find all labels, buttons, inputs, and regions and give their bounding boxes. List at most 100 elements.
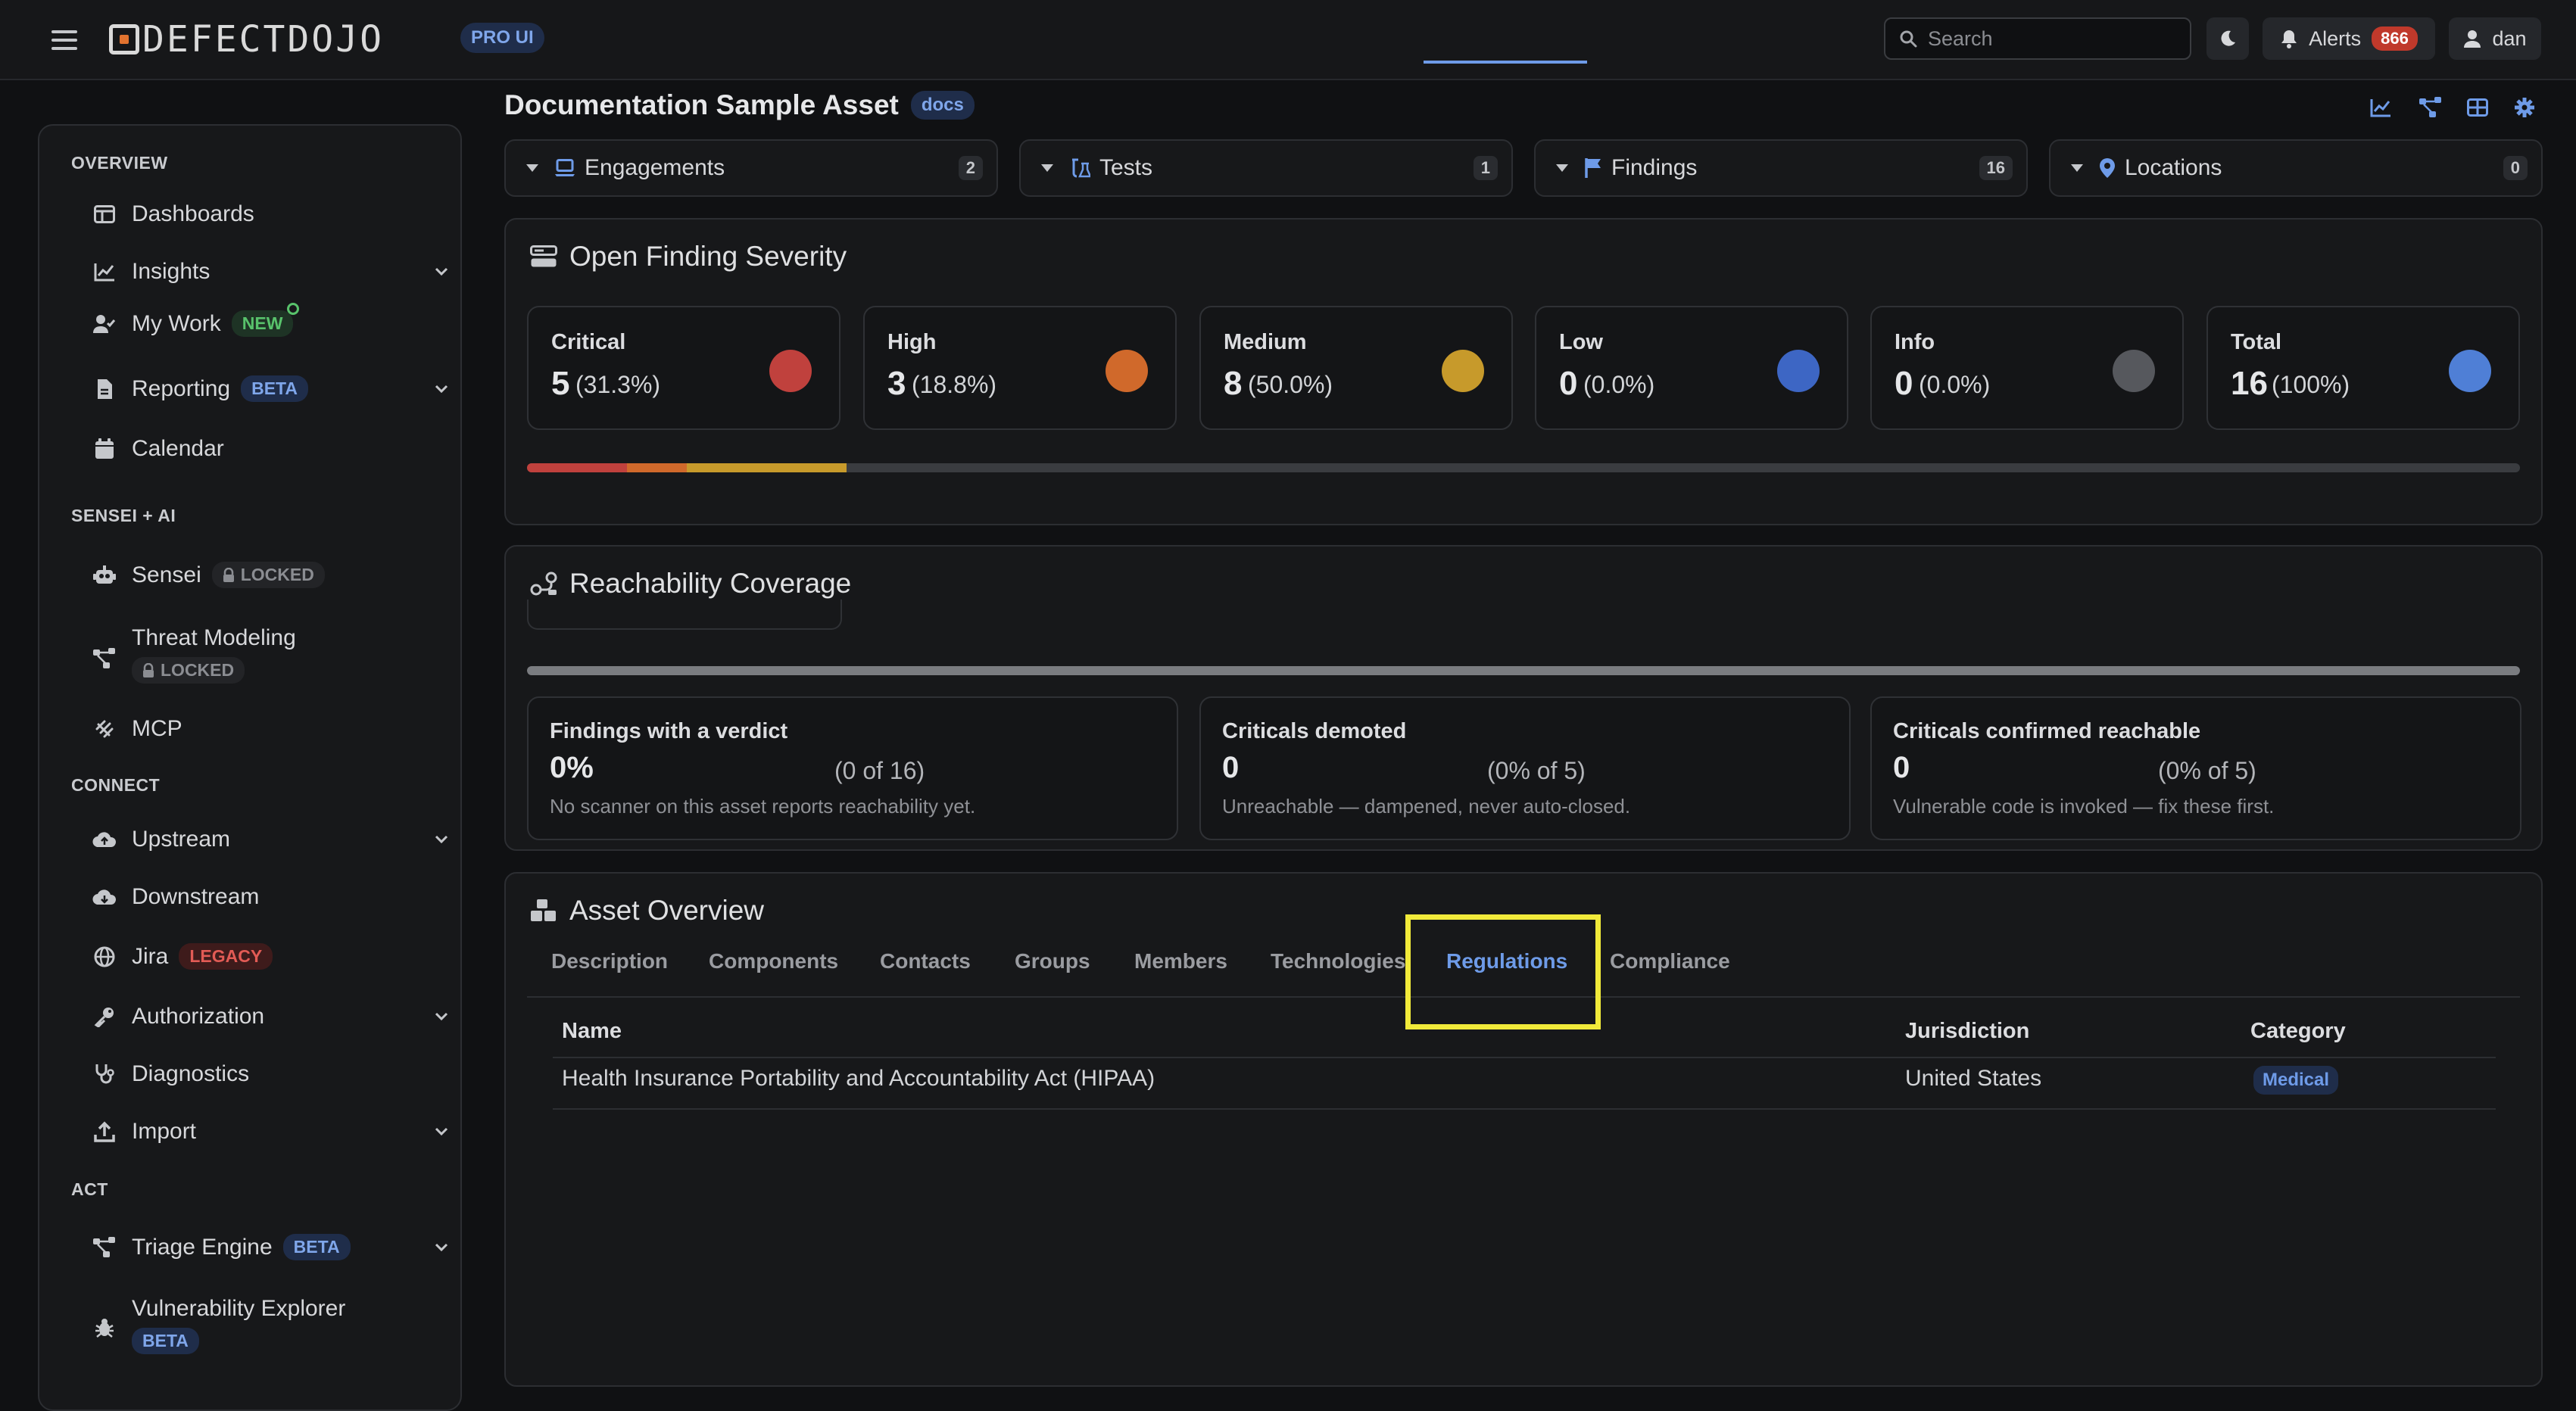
key-icon	[92, 1005, 117, 1029]
chevron-down-icon[interactable]	[435, 835, 448, 844]
asset-title: Documentation Sample Asset docs	[504, 89, 975, 121]
docs-badge[interactable]: docs	[910, 91, 975, 120]
engagements-label: Engagements	[585, 155, 725, 180]
cloud-download-icon	[92, 885, 117, 909]
sidebar-item-insights[interactable]: Insights	[92, 259, 448, 285]
line-chart-icon	[92, 260, 117, 284]
chevron-down-icon[interactable]	[435, 267, 448, 276]
sidebar-item-calendar[interactable]: Calendar	[92, 436, 448, 462]
sidebar-item-jira[interactable]: Jira LEGACY	[92, 943, 448, 970]
settings-gear-icon[interactable]	[2509, 92, 2540, 123]
chevron-down-icon[interactable]	[435, 385, 448, 394]
flask-icon	[1069, 157, 1090, 179]
theme-toggle-button[interactable]	[2206, 17, 2249, 60]
network-graph-icon[interactable]	[2415, 92, 2446, 123]
reachability-card-value: 0	[1893, 751, 1910, 784]
severity-panel-title: Open Finding Severity	[530, 241, 847, 273]
sidebar-item-sensei[interactable]: Sensei LOCKED	[92, 562, 448, 588]
defectdojo-logo[interactable]: DEFECTDOJO	[109, 17, 384, 62]
beta-tag: BETA	[132, 1328, 199, 1354]
grid-table-icon[interactable]	[2462, 92, 2493, 123]
lock-icon	[142, 662, 154, 678]
pro-ui-badge[interactable]: PRO UI	[460, 23, 544, 53]
engagements-pill[interactable]: Engagements 2	[504, 139, 998, 197]
sidebar-item-dashboards[interactable]: Dashboards	[92, 201, 448, 227]
reachability-card-value: 0%	[550, 751, 594, 784]
sidebar-item-upstream[interactable]: Upstream	[92, 827, 448, 852]
severity-card-high[interactable]: High 3 (18.8%)	[863, 306, 1177, 430]
lock-icon	[223, 567, 235, 583]
calendar-icon	[92, 437, 117, 461]
reachability-title-text: Reachability Coverage	[569, 568, 852, 599]
search-input[interactable]	[1926, 26, 2176, 51]
sidebar-item-label: Import	[132, 1119, 197, 1144]
tab-components[interactable]: Components	[709, 949, 838, 973]
beta-tag: BETA	[241, 375, 308, 402]
active-tab-underline	[1424, 61, 1587, 64]
chevron-down-icon[interactable]	[435, 1012, 448, 1021]
severity-percent: (50.0%)	[1248, 371, 1333, 398]
reachability-card-sub: (0% of 5)	[2158, 757, 2256, 784]
sidebar-item-authorization[interactable]: Authorization	[92, 1004, 448, 1029]
tab-technologies[interactable]: Technologies	[1271, 949, 1405, 973]
caret-down-icon	[525, 164, 539, 173]
reachability-card-sub: (0% of 5)	[1487, 757, 1586, 784]
reachability-card-label: Criticals demoted	[1222, 719, 1407, 743]
sidebar-item-mcp[interactable]: MCP	[92, 716, 448, 742]
caret-down-icon	[1555, 164, 1569, 173]
severity-label: Total	[2231, 330, 2282, 354]
column-header-name[interactable]: Name	[562, 1019, 622, 1044]
sidebar-item-label: Calendar	[132, 436, 224, 461]
metrics-chart-icon[interactable]	[2365, 92, 2396, 123]
sidebar-item-import[interactable]: Import	[92, 1119, 448, 1145]
tab-groups[interactable]: Groups	[1015, 949, 1090, 973]
sidebar-item-reporting[interactable]: Reporting BETA	[92, 375, 448, 402]
hamburger-menu-icon[interactable]	[47, 23, 82, 58]
sidebar-item-diagnostics[interactable]: Diagnostics	[92, 1061, 448, 1087]
sidebar-item-my-work[interactable]: My Work NEW	[92, 303, 448, 337]
tab-members[interactable]: Members	[1134, 949, 1227, 973]
sidebar-item-triage-engine[interactable]: Triage Engine BETA	[92, 1234, 448, 1260]
sidebar-item-vulnerability-explorer[interactable]: Vulnerability Explorer BETA	[92, 1296, 448, 1354]
column-header-category[interactable]: Category	[2250, 1019, 2346, 1044]
caret-down-icon	[1040, 164, 1054, 173]
severity-count: 3	[887, 365, 906, 402]
severity-card-low[interactable]: Low 0 (0.0%)	[1535, 306, 1848, 430]
severity-percent: (31.3%)	[575, 371, 661, 398]
chevron-down-icon[interactable]	[435, 1127, 448, 1136]
locations-pill[interactable]: Locations 0	[2049, 139, 2543, 197]
asset-overview-title: Asset Overview	[530, 895, 764, 927]
severity-card-total[interactable]: Total 16 (100%)	[2206, 306, 2520, 430]
robot-icon	[92, 563, 117, 587]
tab-compliance[interactable]: Compliance	[1610, 949, 1730, 973]
tab-description[interactable]: Description	[551, 949, 668, 973]
sidebar-item-label: Vulnerability Explorer	[132, 1296, 346, 1321]
column-header-jurisdiction[interactable]: Jurisdiction	[1905, 1019, 2029, 1044]
moon-icon	[2218, 29, 2238, 48]
severity-color-dot	[2113, 350, 2155, 392]
severity-card-medium[interactable]: Medium 8 (50.0%)	[1199, 306, 1513, 430]
locked-tag-label: LOCKED	[161, 660, 235, 680]
severity-count: 0	[1895, 365, 1913, 402]
table-row-name[interactable]: Health Insurance Portability and Account…	[562, 1066, 1155, 1092]
alerts-button[interactable]: Alerts 866	[2263, 17, 2435, 60]
search-box[interactable]	[1884, 17, 2191, 60]
severity-card-critical[interactable]: Critical 5 (31.3%)	[527, 306, 840, 430]
chevron-down-icon[interactable]	[435, 1243, 448, 1252]
tests-pill[interactable]: Tests 1	[1019, 139, 1513, 197]
severity-distribution-bar	[527, 463, 2520, 472]
sidebar-item-threat-modeling[interactable]: Threat Modeling LOCKED	[92, 625, 448, 684]
tab-contacts[interactable]: Contacts	[880, 949, 971, 973]
severity-label: Low	[1559, 330, 1603, 354]
findings-pill[interactable]: Findings 16	[1534, 139, 2028, 197]
severity-bar-segment-high	[627, 463, 687, 472]
severity-color-dot	[1106, 350, 1148, 392]
vulnerability-explorer-text: Vulnerability Explorer BETA	[132, 1296, 345, 1354]
beta-tag: BETA	[282, 1234, 351, 1260]
severity-card-info[interactable]: Info 0 (0.0%)	[1870, 306, 2184, 430]
sidebar-item-downstream[interactable]: Downstream	[92, 884, 448, 910]
threat-modeling-text: Threat Modeling LOCKED	[132, 625, 296, 684]
user-menu-button[interactable]: dan	[2449, 17, 2541, 60]
alerts-count-badge: 866	[2372, 26, 2418, 51]
user-check-icon	[92, 312, 117, 336]
